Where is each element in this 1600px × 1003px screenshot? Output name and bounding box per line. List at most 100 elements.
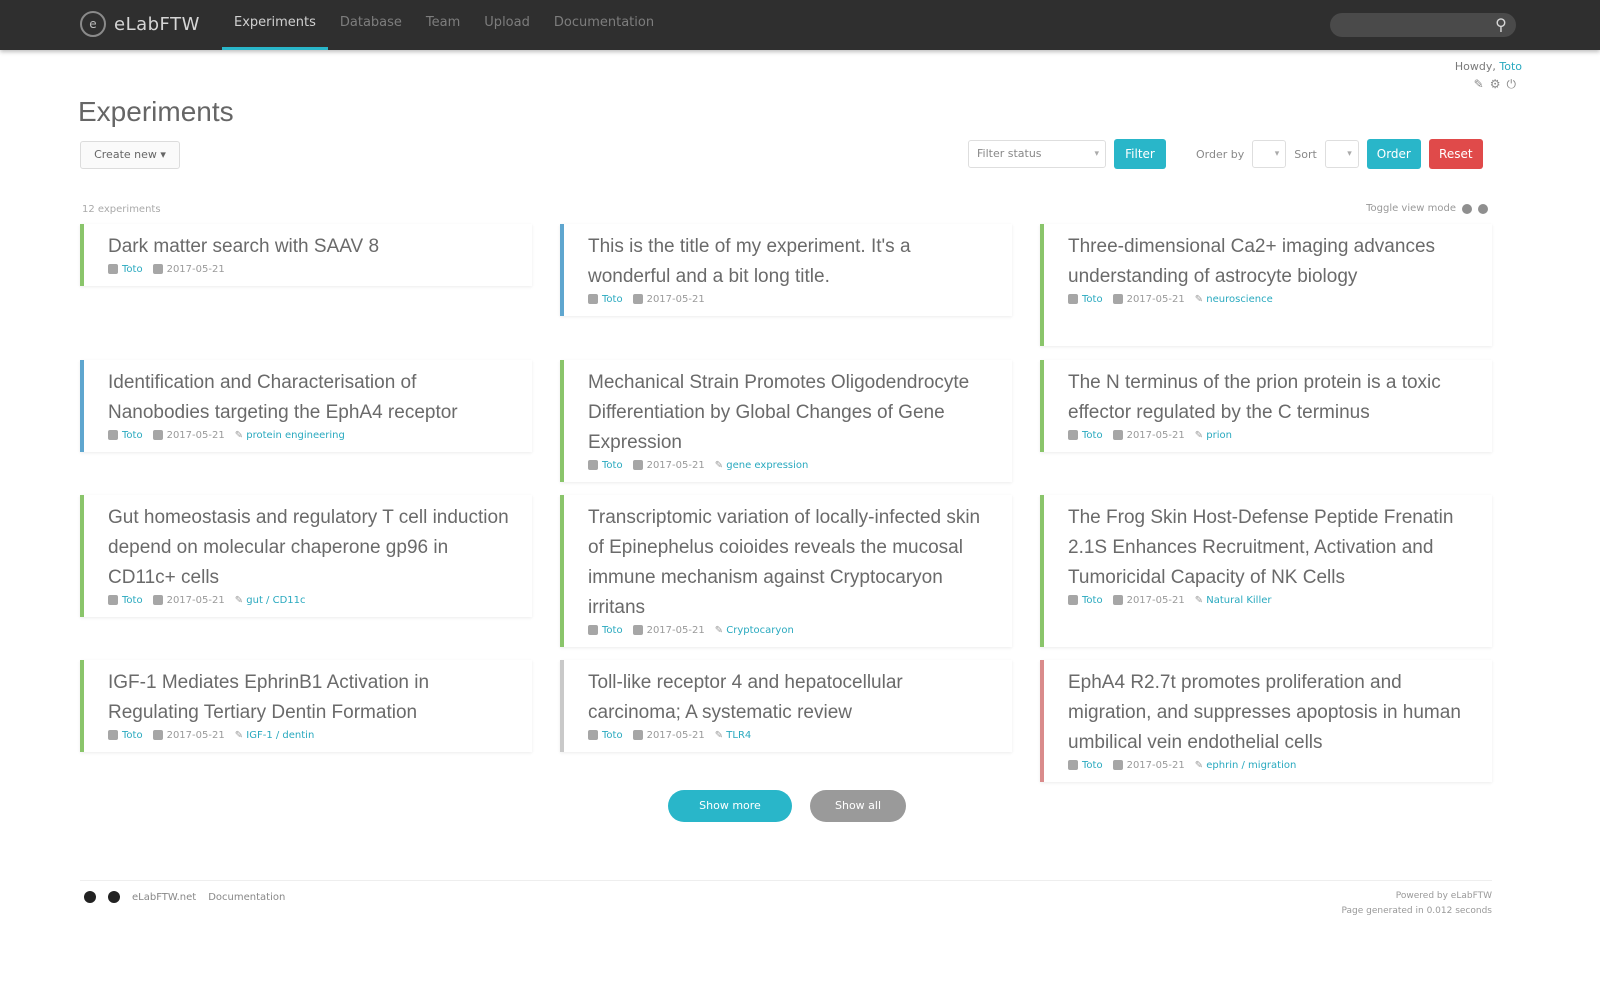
experiment-card[interactable]: This is the title of my experiment. It's… [560,224,1012,316]
experiment-card[interactable]: Three-dimensional Ca2+ imaging advances … [1040,224,1492,346]
experiment-meta: Toto 2017-05-21 ✎ ephrin / migration [1068,760,1478,771]
experiment-date-value: 2017-05-21 [646,625,705,636]
experiment-title[interactable]: Gut homeostasis and regulatory T cell in… [108,503,518,593]
powered-by[interactable]: Powered by eLabFTW [1342,889,1492,904]
experiment-title[interactable]: Toll-like receptor 4 and hepatocellular … [588,668,998,728]
experiment-card[interactable]: EphA4 R2.7t promotes proliferation and m… [1040,660,1492,782]
order-by-select[interactable]: ▾ [1252,140,1287,168]
twitter-icon[interactable] [84,891,96,903]
tag-icon: ✎ [234,730,247,741]
experiment-tag[interactable]: ✎ Cryptocaryon [715,625,794,636]
sort-select[interactable]: ▾ [1324,140,1359,168]
reset-button[interactable]: Reset [1428,139,1483,169]
experiment-tag-label: gene expression [726,460,809,471]
experiment-card[interactable]: Mechanical Strain Promotes Oligodendrocy… [560,360,1012,482]
experiment-card[interactable]: IGF-1 Mediates EphrinB1 Activation in Re… [80,660,532,752]
experiment-tag[interactable]: ✎ prion [1195,430,1232,441]
experiment-title[interactable]: Three-dimensional Ca2+ imaging advances … [1068,232,1478,292]
experiment-title[interactable]: This is the title of my experiment. It's… [588,232,998,292]
tag-icon: ✎ [1194,760,1207,771]
experiment-date-value: 2017-05-21 [166,730,225,741]
experiment-date: 2017-05-21 [632,730,705,741]
tag-icon: ✎ [714,625,727,636]
search-input[interactable] [1330,13,1516,37]
experiment-card[interactable]: Identification and Characterisation of N… [80,360,532,452]
experiment-card[interactable]: The N terminus of the prion protein is a… [1040,360,1492,452]
nav-item-database[interactable]: Database [328,0,414,50]
experiment-card[interactable]: Transcriptomic variation of locally-infe… [560,495,1012,647]
grid-view-icon[interactable] [1462,203,1472,214]
experiment-meta: Toto 2017-05-21 ✎ gut / CD11c [108,595,518,606]
experiment-tag[interactable]: ✎ Natural Killer [1195,595,1272,606]
sort-label: Sort [1294,147,1317,161]
show-more-button[interactable]: Show more [668,790,792,822]
status-filter-value: Filter status [977,147,1042,160]
tag-icon: ✎ [714,460,727,471]
brand[interactable]: e eLabFTW [80,9,200,39]
search-icon[interactable]: ⚲ [1490,14,1512,36]
experiment-meta: Toto 2017-05-21 [588,294,998,305]
experiment-title[interactable]: Transcriptomic variation of locally-infe… [588,503,998,623]
experiment-title[interactable]: The N terminus of the prion protein is a… [1068,368,1478,428]
experiment-tag-label: Cryptocaryon [726,625,794,636]
create-new-button[interactable]: Create new ▾ [80,141,180,169]
experiment-card[interactable]: The Frog Skin Host-Defense Peptide Frena… [1040,495,1492,647]
experiment-title[interactable]: IGF-1 Mediates EphrinB1 Activation in Re… [108,668,518,728]
calendar-icon [1112,760,1123,770]
experiment-tag[interactable]: ✎ protein engineering [235,430,345,441]
calendar-icon [152,730,163,740]
list-view-icon[interactable] [1478,203,1488,214]
user-icon [588,294,598,304]
experiment-title[interactable]: Mechanical Strain Promotes Oligodendrocy… [588,368,998,458]
experiment-card[interactable]: Dark matter search with SAAV 8 Toto 2017-0… [80,224,532,286]
nav-item-upload[interactable]: Upload [472,0,542,50]
experiment-date-value: 2017-05-21 [1126,294,1185,305]
show-all-button[interactable]: Show all [810,790,906,822]
experiment-title[interactable]: The Frog Skin Host-Defense Peptide Frena… [1068,503,1478,593]
experiment-tag[interactable]: ✎ gene expression [715,460,809,471]
experiment-tag[interactable]: ✎ gut / CD11c [235,595,306,606]
settings-icon[interactable]: ⚙ [1490,77,1507,91]
experiment-owner: Toto [108,264,143,275]
github-icon[interactable] [108,891,120,903]
experiment-date-value: 2017-05-21 [1126,595,1185,606]
experiment-owner: Toto [1068,760,1103,771]
calendar-icon [632,294,643,304]
experiment-date: 2017-05-21 [152,264,225,275]
experiment-owner: Toto [1068,294,1103,305]
footer-link-docs[interactable]: Documentation [208,892,285,903]
experiment-title[interactable]: EphA4 R2.7t promotes proliferation and m… [1068,668,1478,758]
experiment-title[interactable]: Dark matter search with SAAV 8 [108,232,518,262]
user-icon [1068,430,1078,440]
order-button[interactable]: Order [1366,139,1421,169]
brand-name: eLabFTW [114,13,200,35]
status-filter-select[interactable]: Filter status ▾ [968,140,1106,168]
user-area: Howdy, Toto ✎⚙⏻ [1455,60,1522,92]
experiment-title[interactable]: Identification and Characterisation of N… [108,368,518,428]
user-icon [108,430,118,440]
experiment-meta: Toto 2017-05-21 ✎ TLR4 [588,730,998,741]
user-icons: ✎⚙⏻ [1455,77,1522,92]
edit-icon[interactable]: ✎ [1474,77,1490,91]
experiment-owner-name: Toto [122,264,143,275]
user-greeting-prefix: Howdy, [1454,60,1496,73]
experiment-meta: Toto 2017-05-21 ✎ protein engineering [108,430,518,441]
user-name-link[interactable]: Toto [1499,60,1522,73]
experiment-date: 2017-05-21 [632,625,705,636]
experiment-card[interactable]: Gut homeostasis and regulatory T cell in… [80,495,532,617]
chevron-down-icon: ▾ [1347,149,1352,159]
experiment-tag[interactable]: ✎ neuroscience [1195,294,1273,305]
logout-icon[interactable]: ⏻ [1507,77,1523,91]
experiment-tag[interactable]: ✎ TLR4 [715,730,752,741]
experiment-card[interactable]: Toll-like receptor 4 and hepatocellular … [560,660,1012,752]
filter-button[interactable]: Filter [1114,139,1166,169]
nav-item-documentation[interactable]: Documentation [542,0,666,50]
user-icon [588,730,598,740]
footer-link-site[interactable]: eLabFTW.net [132,892,196,903]
nav-item-team[interactable]: Team [414,0,472,50]
experiment-tag[interactable]: ✎ IGF-1 / dentin [235,730,315,741]
nav-item-experiments[interactable]: Experiments [222,0,328,50]
experiment-tag[interactable]: ✎ ephrin / migration [1195,760,1297,771]
chevron-down-icon: ▾ [1274,149,1280,159]
experiment-owner-name: Toto [602,460,623,471]
